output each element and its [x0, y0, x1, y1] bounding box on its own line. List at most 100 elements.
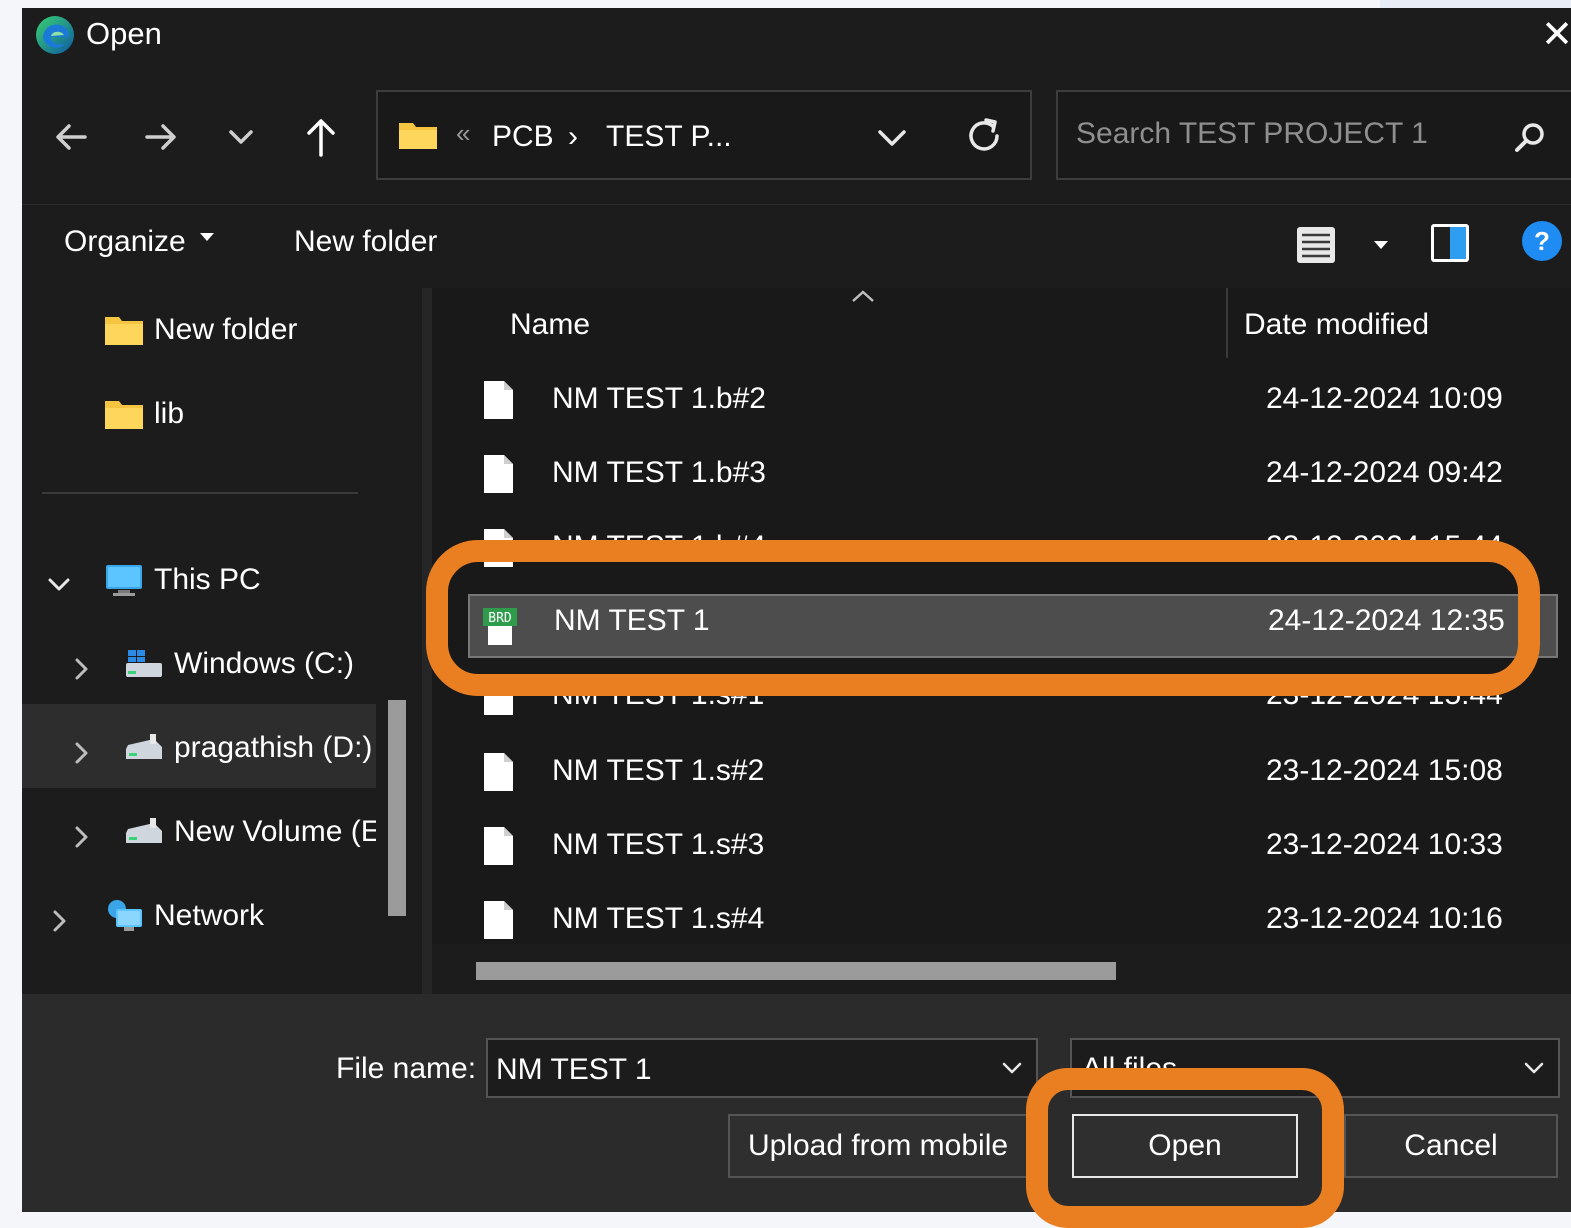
sidebar-item-windows-c[interactable]: Windows (C:)	[124, 636, 354, 692]
file-row-selected[interactable]: BRD NM TEST 1 24-12-2024 12:35	[468, 594, 1558, 658]
computer-icon	[106, 565, 142, 596]
sidebar-item-label: New folder	[154, 313, 298, 346]
breadcrumb-pcb[interactable]: PCB	[492, 120, 554, 154]
command-bar: Organize New folder ?	[22, 204, 1571, 289]
chevron-right-icon[interactable]	[68, 656, 94, 682]
help-icon[interactable]: ?	[1520, 219, 1564, 263]
file-date: 23-12-2024 15:08	[1266, 754, 1503, 787]
up-arrow-icon	[307, 119, 335, 157]
brd-icon-label: BRD	[488, 611, 512, 626]
open-file-dialog: Open ✕ « PCB › TEST P... Search TEST PRO…	[22, 8, 1571, 1212]
view-options-caret-icon[interactable]	[1374, 241, 1388, 249]
chevron-right-icon[interactable]	[68, 824, 94, 850]
sidebar-item-lib[interactable]: lib	[104, 386, 184, 442]
sidebar-item-label: pragathish (D:)	[174, 731, 373, 764]
open-button[interactable]: Open	[1072, 1114, 1298, 1178]
file-icon	[484, 901, 513, 939]
back-button[interactable]	[46, 112, 96, 162]
sidebar-scrollbar-thumb[interactable]	[388, 700, 406, 916]
chevron-right-icon[interactable]	[46, 908, 72, 934]
brd-file-icon: BRD	[483, 608, 517, 645]
file-icon	[484, 381, 513, 419]
sidebar-item-label: Network	[154, 899, 265, 932]
chevron-down-icon[interactable]	[46, 572, 72, 598]
pane-splitter[interactable]	[422, 288, 432, 994]
file-row[interactable]: NM TEST 1.b#2 24-12-2024 10:09	[468, 372, 1568, 436]
drive-windows-icon	[126, 650, 162, 677]
drive-icon	[126, 818, 162, 843]
file-name: NM TEST 1.b#3	[552, 456, 766, 489]
folder-icon	[105, 317, 143, 345]
search-input[interactable]	[1074, 116, 1508, 152]
file-date: 24-12-2024 10:09	[1266, 382, 1503, 415]
sidebar-item-new-folder[interactable]: New folder	[104, 302, 297, 358]
file-name: NM TEST 1.b#2	[552, 382, 766, 415]
file-name-combobox[interactable]	[486, 1038, 1038, 1098]
file-name-label: File name:	[336, 1052, 477, 1085]
title-bar: Open ✕	[22, 8, 1571, 72]
dialog-footer: File name: All files Upload from mobile …	[22, 994, 1571, 1212]
organize-label: Organize	[64, 225, 186, 258]
chevron-down-icon	[229, 130, 253, 144]
sort-ascending-icon	[852, 290, 874, 302]
up-button[interactable]	[296, 112, 346, 162]
sidebar-item-pragathish-d[interactable]: pragathish (D:)	[124, 720, 372, 776]
chevron-right-icon[interactable]	[68, 740, 94, 766]
file-type-value: All files	[1082, 1052, 1178, 1085]
sidebar-item-new-volume-e[interactable]: New Volume (E	[124, 804, 381, 860]
sidebar-item-label: This PC	[154, 563, 261, 596]
file-date: 24-12-2024 09:42	[1266, 456, 1503, 489]
forward-arrow-icon	[145, 124, 176, 150]
svg-text:?: ?	[1534, 226, 1550, 256]
breadcrumb-separator[interactable]: ›	[568, 120, 578, 154]
address-bar[interactable]: « PCB › TEST P...	[376, 90, 1032, 180]
search-box[interactable]	[1056, 90, 1571, 180]
preview-pane-icon[interactable]	[1428, 221, 1472, 265]
file-list: Name Date modified NM TEST 1.b#2 24-12-2…	[432, 288, 1571, 994]
column-divider[interactable]	[1226, 288, 1228, 358]
file-type-select[interactable]: All files	[1070, 1038, 1560, 1098]
file-row[interactable]: NM TEST 1.b#3 24-12-2024 09:42	[468, 446, 1568, 510]
file-date: 23-12-2024 10:16	[1266, 902, 1503, 935]
file-name: NM TEST 1.s#4	[552, 902, 765, 935]
file-date: 23-12-2024 15:44	[1266, 678, 1503, 711]
file-row[interactable]: NM TEST 1.s#2 23-12-2024 15:08	[468, 744, 1568, 808]
search-icon	[1515, 123, 1544, 152]
sidebar-item-network[interactable]: Network	[104, 888, 264, 944]
file-name: NM TEST 1.s#2	[552, 754, 765, 787]
details-view-icon[interactable]	[1294, 223, 1338, 267]
file-row[interactable]: NM TEST 1.b#4 23-12-2024 15:44	[468, 520, 1568, 584]
new-folder-button[interactable]: New folder	[294, 225, 437, 259]
file-name-input[interactable]	[494, 1052, 978, 1088]
file-date: 23-12-2024 15:44	[1266, 530, 1503, 563]
sidebar-item-label: Windows (C:)	[174, 647, 355, 680]
address-overflow[interactable]: «	[456, 118, 470, 149]
horizontal-scrollbar[interactable]	[432, 944, 1571, 994]
refresh-icon[interactable]	[962, 114, 1006, 158]
file-name: NM TEST 1.s#1	[552, 678, 765, 711]
recent-locations-button[interactable]	[216, 112, 266, 162]
horizontal-scrollbar-thumb[interactable]	[476, 962, 1116, 980]
chevron-down-icon[interactable]	[872, 120, 912, 156]
folder-icon	[105, 401, 143, 429]
forward-button[interactable]	[136, 112, 186, 162]
cancel-button[interactable]: Cancel	[1344, 1114, 1558, 1178]
column-header-date-modified[interactable]: Date modified	[1244, 308, 1429, 342]
edge-browser-icon	[36, 16, 74, 54]
folder-icon	[399, 123, 437, 149]
chevron-down-icon	[1524, 1062, 1544, 1074]
file-row[interactable]: NM TEST 1.s#1 23-12-2024 15:44	[468, 668, 1568, 732]
close-button[interactable]: ✕	[1537, 12, 1571, 57]
column-header-name[interactable]: Name	[510, 308, 590, 342]
file-icon	[484, 753, 513, 791]
breadcrumb-test-project[interactable]: TEST P...	[606, 120, 732, 154]
back-arrow-icon	[56, 124, 87, 150]
file-name: NM TEST 1	[554, 604, 710, 637]
file-row[interactable]: NM TEST 1.s#3 23-12-2024 10:33	[468, 818, 1568, 882]
sidebar-item-label: New Volume (E	[174, 815, 381, 848]
chevron-down-icon[interactable]	[1000, 1056, 1024, 1080]
organize-menu[interactable]: Organize	[64, 225, 214, 259]
upload-from-mobile-button[interactable]: Upload from mobile	[728, 1114, 1028, 1178]
network-icon	[108, 900, 142, 931]
sidebar-item-this-pc[interactable]: This PC	[104, 552, 261, 608]
